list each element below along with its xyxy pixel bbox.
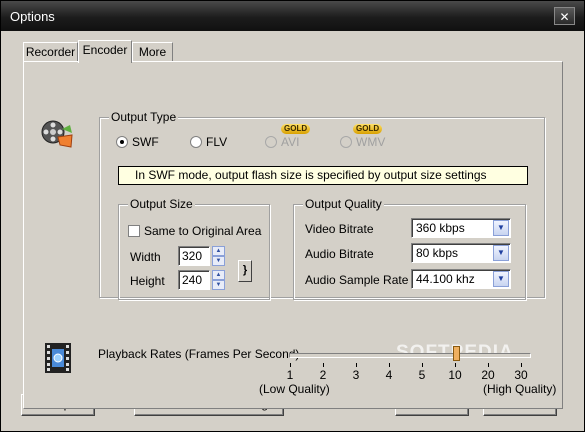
slider-tick-label: 1 <box>286 368 294 382</box>
aspect-link-button[interactable]: } <box>238 260 252 282</box>
film-reel-icon <box>40 117 74 151</box>
spin-down-icon[interactable]: ▼ <box>212 256 225 266</box>
window-title: Options <box>10 9 55 24</box>
height-label: Height <box>130 274 165 288</box>
slider-tick-label: 5 <box>418 368 426 382</box>
video-bitrate-select[interactable]: 360 kbps ▼ <box>411 218 511 238</box>
tab-recorder-label: Recorder <box>25 45 76 59</box>
slider-tick-label: 20 <box>481 368 495 382</box>
same-to-original-checkbox[interactable] <box>128 225 140 237</box>
flv-radio[interactable] <box>190 136 202 148</box>
output-quality-label: Output Quality <box>303 197 384 211</box>
width-spinner[interactable]: ▲ ▼ <box>212 246 225 266</box>
slider-tick <box>389 363 390 367</box>
playback-slider-track[interactable] <box>289 353 531 358</box>
tab-encoder-label: Encoder <box>82 43 128 57</box>
slider-tick <box>323 363 324 367</box>
audio-sample-rate-label: Audio Sample Rate <box>305 273 409 287</box>
avi-radio[interactable] <box>265 136 277 148</box>
audio-sample-rate-value: 44.100 khz <box>416 272 475 286</box>
height-input[interactable]: 240 <box>178 270 210 290</box>
playback-rates-label: Playback Rates (Frames Per Second) <box>98 347 300 361</box>
video-bitrate-label: Video Bitrate <box>305 222 374 236</box>
output-type-info: In SWF mode, output flash size is specif… <box>118 166 528 185</box>
same-to-original-label: Same to Original Area <box>144 224 262 238</box>
high-quality-label: (High Quality) <box>483 382 557 396</box>
slider-tick <box>290 363 291 367</box>
slider-tick <box>521 363 522 367</box>
low-quality-label: (Low Quality) <box>259 382 330 396</box>
audio-bitrate-value: 80 kbps <box>416 246 459 260</box>
chevron-down-icon[interactable]: ▼ <box>493 220 509 236</box>
swf-label: SWF <box>132 135 159 149</box>
spin-up-icon[interactable]: ▲ <box>212 270 225 280</box>
audio-bitrate-label: Audio Bitrate <box>305 247 374 261</box>
swf-radio[interactable] <box>116 136 128 148</box>
tab-recorder[interactable]: Recorder <box>23 42 78 62</box>
wmv-label: WMV <box>356 135 386 149</box>
wmv-gold-badge: GOLD <box>353 124 383 134</box>
spin-up-icon[interactable]: ▲ <box>212 246 225 256</box>
width-label: Width <box>130 250 161 264</box>
tab-encoder[interactable]: Encoder <box>78 40 132 63</box>
output-size-label: Output Size <box>128 197 195 211</box>
flv-label: FLV <box>206 135 228 149</box>
wmv-radio[interactable] <box>340 136 352 148</box>
close-icon: ✕ <box>559 10 570 24</box>
chevron-down-icon[interactable]: ▼ <box>493 245 509 261</box>
encoder-panel: Output Type SWF FLV GOLD AVI GOLD WMV In… <box>23 61 563 409</box>
avi-gold-badge: GOLD <box>281 124 311 134</box>
slider-tick-label: 4 <box>385 368 393 382</box>
audio-bitrate-select[interactable]: 80 kbps ▼ <box>411 243 511 263</box>
avi-label: AVI <box>281 135 300 149</box>
height-spinner[interactable]: ▲ ▼ <box>212 270 225 290</box>
close-button[interactable]: ✕ <box>554 7 575 25</box>
video-bitrate-value: 360 kbps <box>416 221 465 235</box>
bracket-link-icon: } <box>242 264 248 276</box>
options-window: Options ✕ Recorder Encoder More Output T… <box>0 0 585 432</box>
slider-tick-label: 30 <box>514 368 528 382</box>
slider-tick <box>356 363 357 367</box>
dialog-client: Recorder Encoder More Output Type SWF FL… <box>1 31 584 431</box>
title-bar[interactable]: Options ✕ <box>1 1 584 31</box>
slider-tick-label: 10 <box>448 368 462 382</box>
slider-tick <box>455 363 456 367</box>
slider-tick-label: 2 <box>319 368 327 382</box>
playback-slider-thumb[interactable] <box>453 346 460 361</box>
output-type-label: Output Type <box>109 110 179 124</box>
audio-sample-rate-select[interactable]: 44.100 khz ▼ <box>411 269 511 289</box>
tab-more[interactable]: More <box>132 42 173 62</box>
width-input[interactable]: 320 <box>178 246 210 266</box>
chevron-down-icon[interactable]: ▼ <box>493 271 509 287</box>
slider-tick <box>422 363 423 367</box>
spin-down-icon[interactable]: ▼ <box>212 280 225 290</box>
tab-more-label: More <box>138 45 167 59</box>
film-frame-icon <box>44 342 72 374</box>
slider-tick <box>488 363 489 367</box>
slider-tick-label: 3 <box>352 368 360 382</box>
